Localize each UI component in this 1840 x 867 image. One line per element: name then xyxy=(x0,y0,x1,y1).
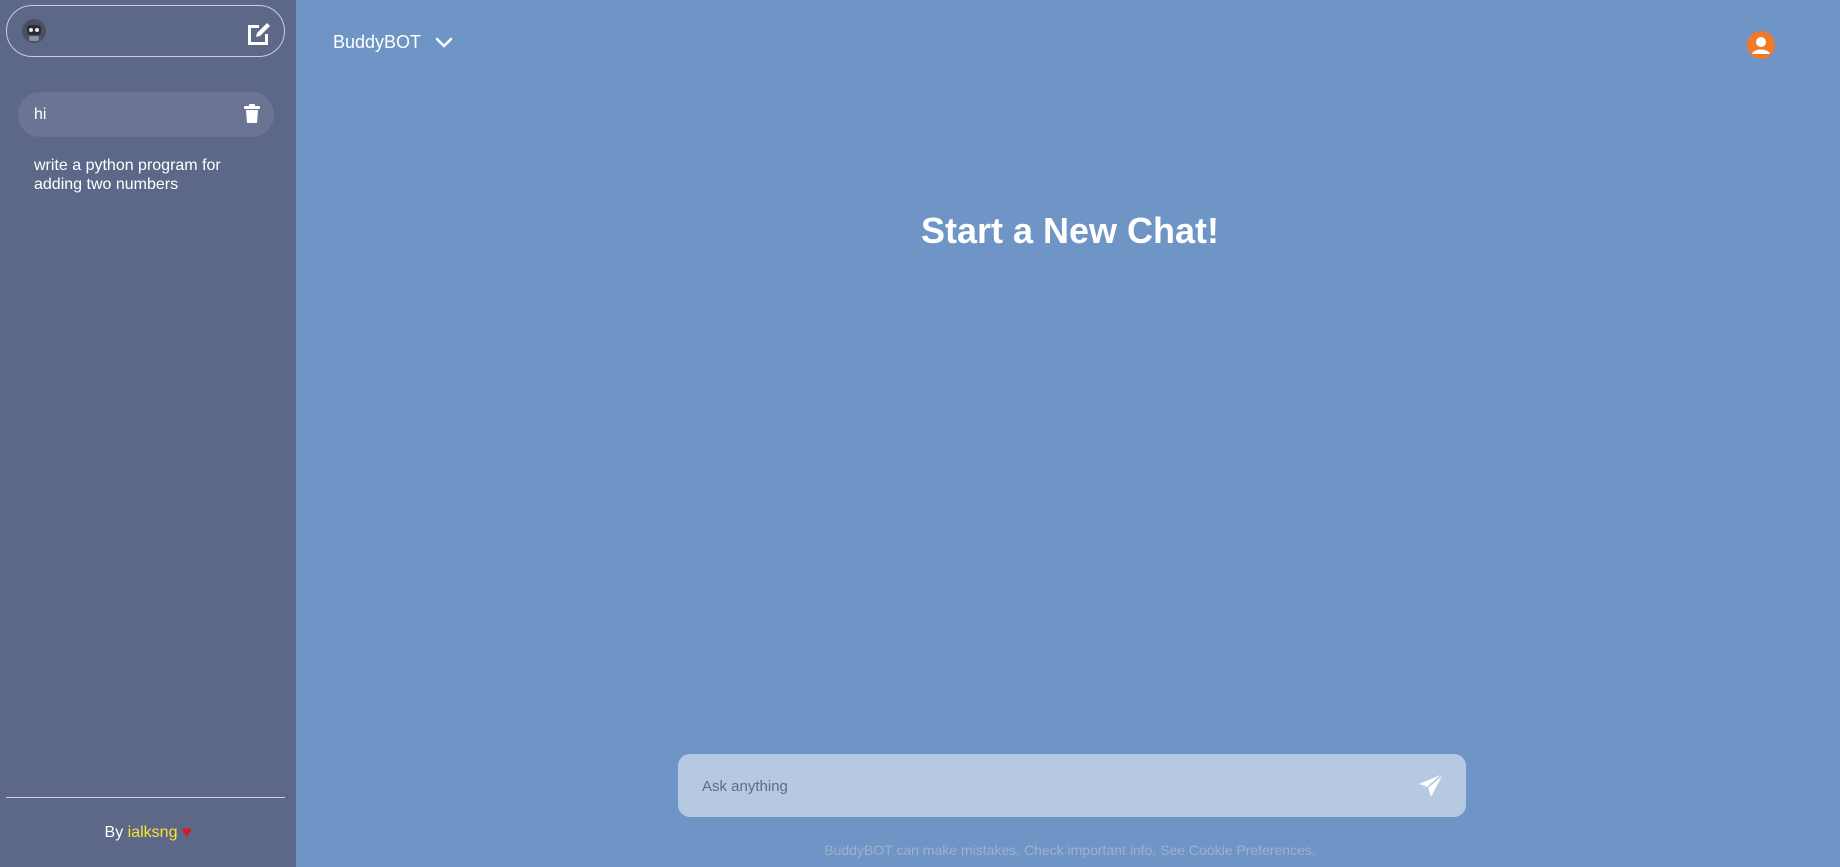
heart-icon: ♥ xyxy=(181,824,192,841)
user-avatar-button[interactable] xyxy=(1747,31,1775,59)
sidebar: hi write a python program for adding two… xyxy=(0,0,296,867)
chat-input-box xyxy=(678,754,1466,817)
chat-item[interactable]: write a python program for adding two nu… xyxy=(18,156,274,194)
main-panel: BuddyBOT Start a New Chat! BuddyBOT can … xyxy=(296,0,1840,867)
footer-credit: By ialksng ♥ xyxy=(0,824,296,842)
model-selector[interactable]: BuddyBOT xyxy=(333,32,453,53)
chat-item-active[interactable]: hi xyxy=(18,92,274,137)
model-name: BuddyBOT xyxy=(333,32,422,52)
paper-plane-icon[interactable] xyxy=(1416,771,1446,801)
trash-icon[interactable] xyxy=(242,103,262,125)
credit-prefix: By xyxy=(104,824,124,841)
sidebar-header xyxy=(6,5,285,57)
disclaimer-text: BuddyBOT can make mistakes. Check import… xyxy=(824,842,1316,858)
page-title: Start a New Chat! xyxy=(920,210,1220,251)
chat-item-label: write a python program for adding two nu… xyxy=(34,157,221,193)
credit-author-link[interactable]: ialksng xyxy=(128,824,178,841)
chevron-down-icon xyxy=(435,37,453,48)
edit-square-icon[interactable] xyxy=(244,18,272,46)
chat-item-label: hi xyxy=(34,106,47,123)
robot-avatar-icon[interactable] xyxy=(21,18,47,44)
chat-input[interactable] xyxy=(700,773,1384,799)
sidebar-divider xyxy=(6,797,285,798)
user-circle-icon xyxy=(1752,37,1770,54)
